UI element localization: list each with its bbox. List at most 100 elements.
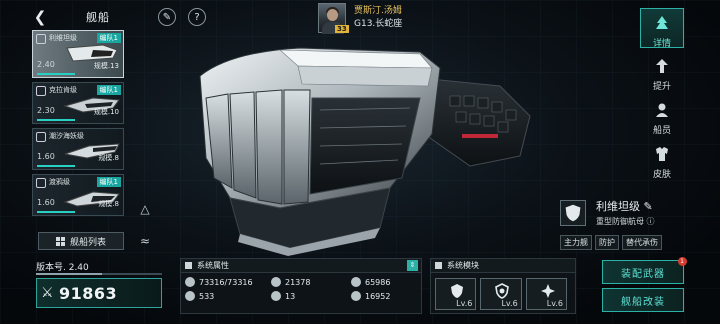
modules-panel: 系统模块 Lv.6 Lv.6 Lv.6 [430, 258, 576, 314]
tab-details[interactable]: 详情 [640, 8, 684, 49]
attributes-title: 系统属性 [197, 261, 229, 270]
panel-square-icon [185, 262, 192, 269]
ship-tag: 防护 [595, 235, 619, 250]
right-nav: 详情 提升 船员 皮肤 [640, 8, 684, 184]
shield-icon [560, 200, 586, 226]
version-progress-fill [36, 273, 102, 275]
tab-upgrade[interactable]: 提升 [640, 52, 684, 92]
fleet-card-bar [37, 119, 75, 121]
attr-hull-value: 73316/73316 [199, 277, 253, 287]
attr-speed-value: 533 [199, 291, 215, 301]
tab-details-label: 详情 [652, 39, 671, 49]
shield-stat-icon [351, 277, 361, 287]
module-slot[interactable]: Lv.6 [525, 278, 567, 310]
attr-hull: 73316/73316 [185, 277, 271, 287]
ship-tag: 主力舰 [560, 235, 592, 250]
fleet-card-scale: 规模.13 [93, 62, 119, 70]
attr-energy: 13 [271, 291, 351, 301]
combat-power-value: 91863 [59, 283, 118, 303]
modules-title: 系统模块 [447, 261, 479, 270]
tab-crew[interactable]: 船员 [640, 96, 684, 136]
pen-icon[interactable]: ✎ [158, 8, 176, 26]
crossed-swords-icon: ⚔ [41, 285, 54, 301]
grid-icon [55, 236, 65, 246]
fleet-card-scale: 规模.8 [98, 154, 119, 162]
fleet-switch-icon[interactable]: ≈ [136, 232, 154, 250]
fleet-card-version: 2.40 [37, 60, 55, 69]
skin-icon [656, 147, 668, 161]
equip-weapons-button[interactable]: 装配武器 1 [602, 257, 687, 284]
tab-crew-label: 船员 [652, 126, 671, 136]
refit-ship-label: 舰船改装 [621, 296, 665, 308]
tab-upgrade-label: 提升 [652, 82, 671, 92]
speed-icon [185, 291, 195, 301]
panel-square-icon [435, 262, 442, 269]
fleet-card-bar [37, 73, 75, 75]
notification-badge: 1 [678, 257, 687, 266]
module-defense-icon [495, 283, 510, 299]
attr-shield: 65986 [351, 277, 425, 287]
attr-armor: 21378 [271, 277, 351, 287]
module-level: Lv.6 [501, 299, 518, 308]
fleet-list: 利维坦级 编队1 2.40 规模.13 克拉肯级 编队1 2.30 规模.10 … [32, 30, 124, 220]
chevron-left-icon[interactable]: ❮ [30, 7, 50, 27]
fleet-formation-icon[interactable]: △ [136, 200, 154, 218]
fleet-card-version: 1.60 [37, 198, 55, 207]
ship-model [199, 47, 531, 256]
fleet-card[interactable]: 克拉肯级 编队1 2.30 规模.10 [32, 82, 124, 124]
ship-name-text: 利维坦级 [596, 200, 640, 213]
module-cross-icon [540, 284, 555, 298]
module-level: Lv.6 [546, 299, 563, 308]
ship-class-text: 重型防御航母 [596, 217, 644, 226]
attributes-panel: 系统属性 ⇕ 73316/73316 21378 65986 533 13 16… [180, 258, 422, 314]
fleet-card[interactable]: 渡鸦级 编队1 1.60 规模.8 [32, 174, 124, 216]
refit-ship-button[interactable]: 舰船改装 [602, 288, 684, 312]
crew-icon [656, 103, 668, 117]
attr-armor-value: 21378 [285, 277, 311, 287]
fleet-card-bar [37, 211, 75, 213]
fleet-card-version: 2.30 [37, 106, 55, 115]
module-slot[interactable]: Lv.6 [480, 278, 522, 310]
armor-icon [271, 277, 281, 287]
ship-name[interactable]: 利维坦级 ✎ [596, 198, 653, 214]
top-bar: ❮ 舰船 ✎ ? [30, 6, 206, 28]
ship-identity: 利维坦级 ✎ 重型防御航母 ⓘ [560, 198, 690, 228]
ship-tags: 主力舰 防护 替代承伤 [560, 235, 665, 250]
version-label: 版本号. 2.40 [36, 263, 89, 273]
commander-level: 33 [335, 25, 349, 33]
pencil-icon[interactable]: ✎ [644, 200, 653, 213]
attr-shield-value: 65986 [365, 277, 391, 287]
ship-type-icon [36, 86, 46, 96]
commander-avatar[interactable]: 33 [318, 3, 349, 34]
tab-skin[interactable]: 皮肤 [640, 140, 684, 180]
fleet-card[interactable]: 利维坦级 编队1 2.40 规模.13 [32, 30, 124, 78]
fleet-card-scale: 规模.10 [93, 108, 119, 116]
fleet-card-scale: 规模.8 [98, 200, 119, 208]
ship-type-icon [36, 132, 46, 142]
commander-location: G13.长蛇座 [354, 19, 403, 29]
ship-type-icon [36, 34, 46, 44]
commander-name: 贾斯汀.汤姆 [354, 6, 402, 16]
fleet-card[interactable]: 潮汐海妖级 1.60 规模.8 [32, 128, 124, 170]
attr-attack: 16952 [351, 291, 425, 301]
question-icon[interactable]: ? [188, 8, 206, 26]
energy-icon [271, 291, 281, 301]
module-shield-icon [451, 284, 463, 298]
combat-power: ⚔ 91863 [36, 278, 162, 308]
attack-icon [351, 291, 361, 301]
fleet-card-version: 1.60 [37, 152, 55, 161]
module-level: Lv.6 [456, 299, 473, 308]
ship-type-icon [36, 178, 46, 188]
fleet-list-button[interactable]: 舰船列表 [38, 232, 124, 250]
info-icon[interactable]: ⓘ [647, 217, 655, 226]
fleet-list-button-label: 舰船列表 [69, 237, 106, 248]
commander-info[interactable]: 33 贾斯汀.汤姆 G13.长蛇座 [318, 2, 402, 34]
tab-skin-label: 皮肤 [652, 170, 671, 180]
module-slot[interactable]: Lv.6 [435, 278, 477, 310]
page-title: 舰船 [86, 11, 110, 24]
sort-icon[interactable]: ⇕ [407, 260, 418, 271]
hull-icon [185, 277, 195, 287]
attr-speed: 533 [185, 291, 271, 301]
version-progress [36, 273, 162, 275]
upgrade-icon [656, 59, 668, 73]
